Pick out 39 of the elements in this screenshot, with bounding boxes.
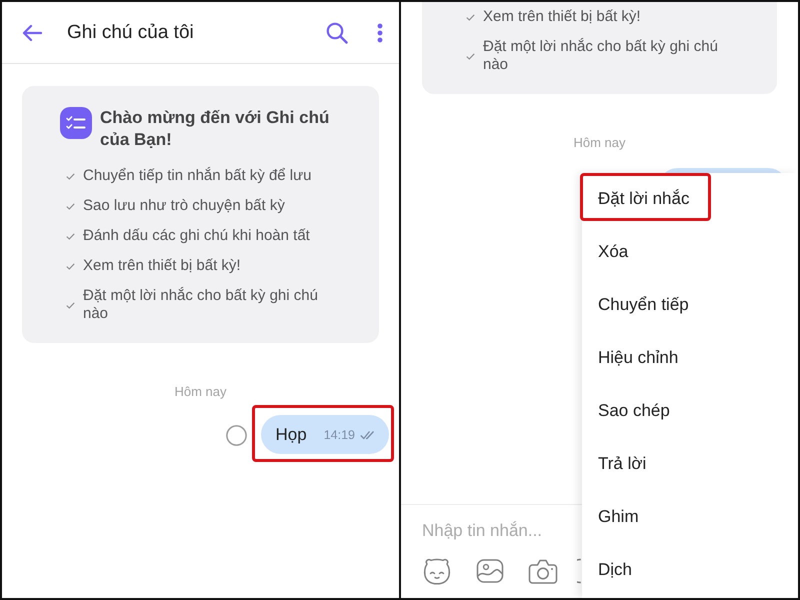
tip-text: Đặt một lời nhắc cho bất kỳ ghi chú nào	[483, 38, 719, 74]
menu-item[interactable]: Dịch	[583, 548, 652, 590]
tip-text: Sao lưu như trò chuyện bất kỳ	[83, 197, 285, 215]
more-icon[interactable]	[377, 22, 383, 42]
camera-icon[interactable]	[528, 558, 558, 584]
date-label: Hôm nay	[573, 135, 626, 151]
menu-item[interactable]: Hiệu chỉnh	[583, 335, 698, 378]
tip-text: Chuyển tiếp tin nhắn bất kỳ để lưu	[83, 167, 312, 185]
message-bubble[interactable]: Họp 14:19	[260, 415, 389, 454]
message-input[interactable]: Nhập tin nhắn...	[422, 519, 572, 543]
screen-title: Ghi chú của tôi	[67, 22, 195, 44]
tip-text: Xem trên thiết bị bất kỳ!	[483, 8, 641, 26]
select-circle-icon[interactable]	[226, 425, 247, 446]
date-label: Hôm nay	[174, 384, 227, 400]
check-icon	[66, 262, 75, 270]
check-icon	[466, 52, 475, 60]
menu-item[interactable]: Chuyển tiếp	[583, 282, 708, 324]
back-icon[interactable]	[22, 24, 42, 42]
tip-text: Xem trên thiết bị bất kỳ!	[83, 257, 241, 275]
check-icon	[66, 202, 75, 210]
menu-item[interactable]: Trả lời	[583, 442, 666, 484]
double-check-icon	[360, 430, 376, 440]
menu-item[interactable]: Xóa	[583, 229, 648, 272]
checklist-icon	[60, 107, 92, 139]
message-text: Họp	[276, 424, 307, 444]
check-icon	[466, 14, 475, 20]
tip-text: Đặt một lời nhắc cho bất kỳ ghi chú nào	[83, 287, 319, 323]
search-icon[interactable]	[326, 22, 348, 44]
check-icon	[66, 302, 75, 308]
bear-face-icon[interactable]	[422, 557, 452, 585]
check-icon	[66, 172, 75, 180]
check-icon	[66, 232, 75, 240]
gallery-icon[interactable]	[476, 558, 504, 584]
welcome-title: Chào mừng đến với Ghi chú của Bạn!	[100, 107, 330, 151]
message-time: 14:19	[324, 428, 355, 442]
tip-text: Đánh dấu các ghi chú khi hoàn tất	[83, 227, 310, 245]
menu-item[interactable]: Đặt lời nhắc	[583, 176, 708, 218]
menu-item[interactable]: Sao chép	[583, 388, 689, 430]
menu-item[interactable]: Ghim	[583, 494, 658, 537]
